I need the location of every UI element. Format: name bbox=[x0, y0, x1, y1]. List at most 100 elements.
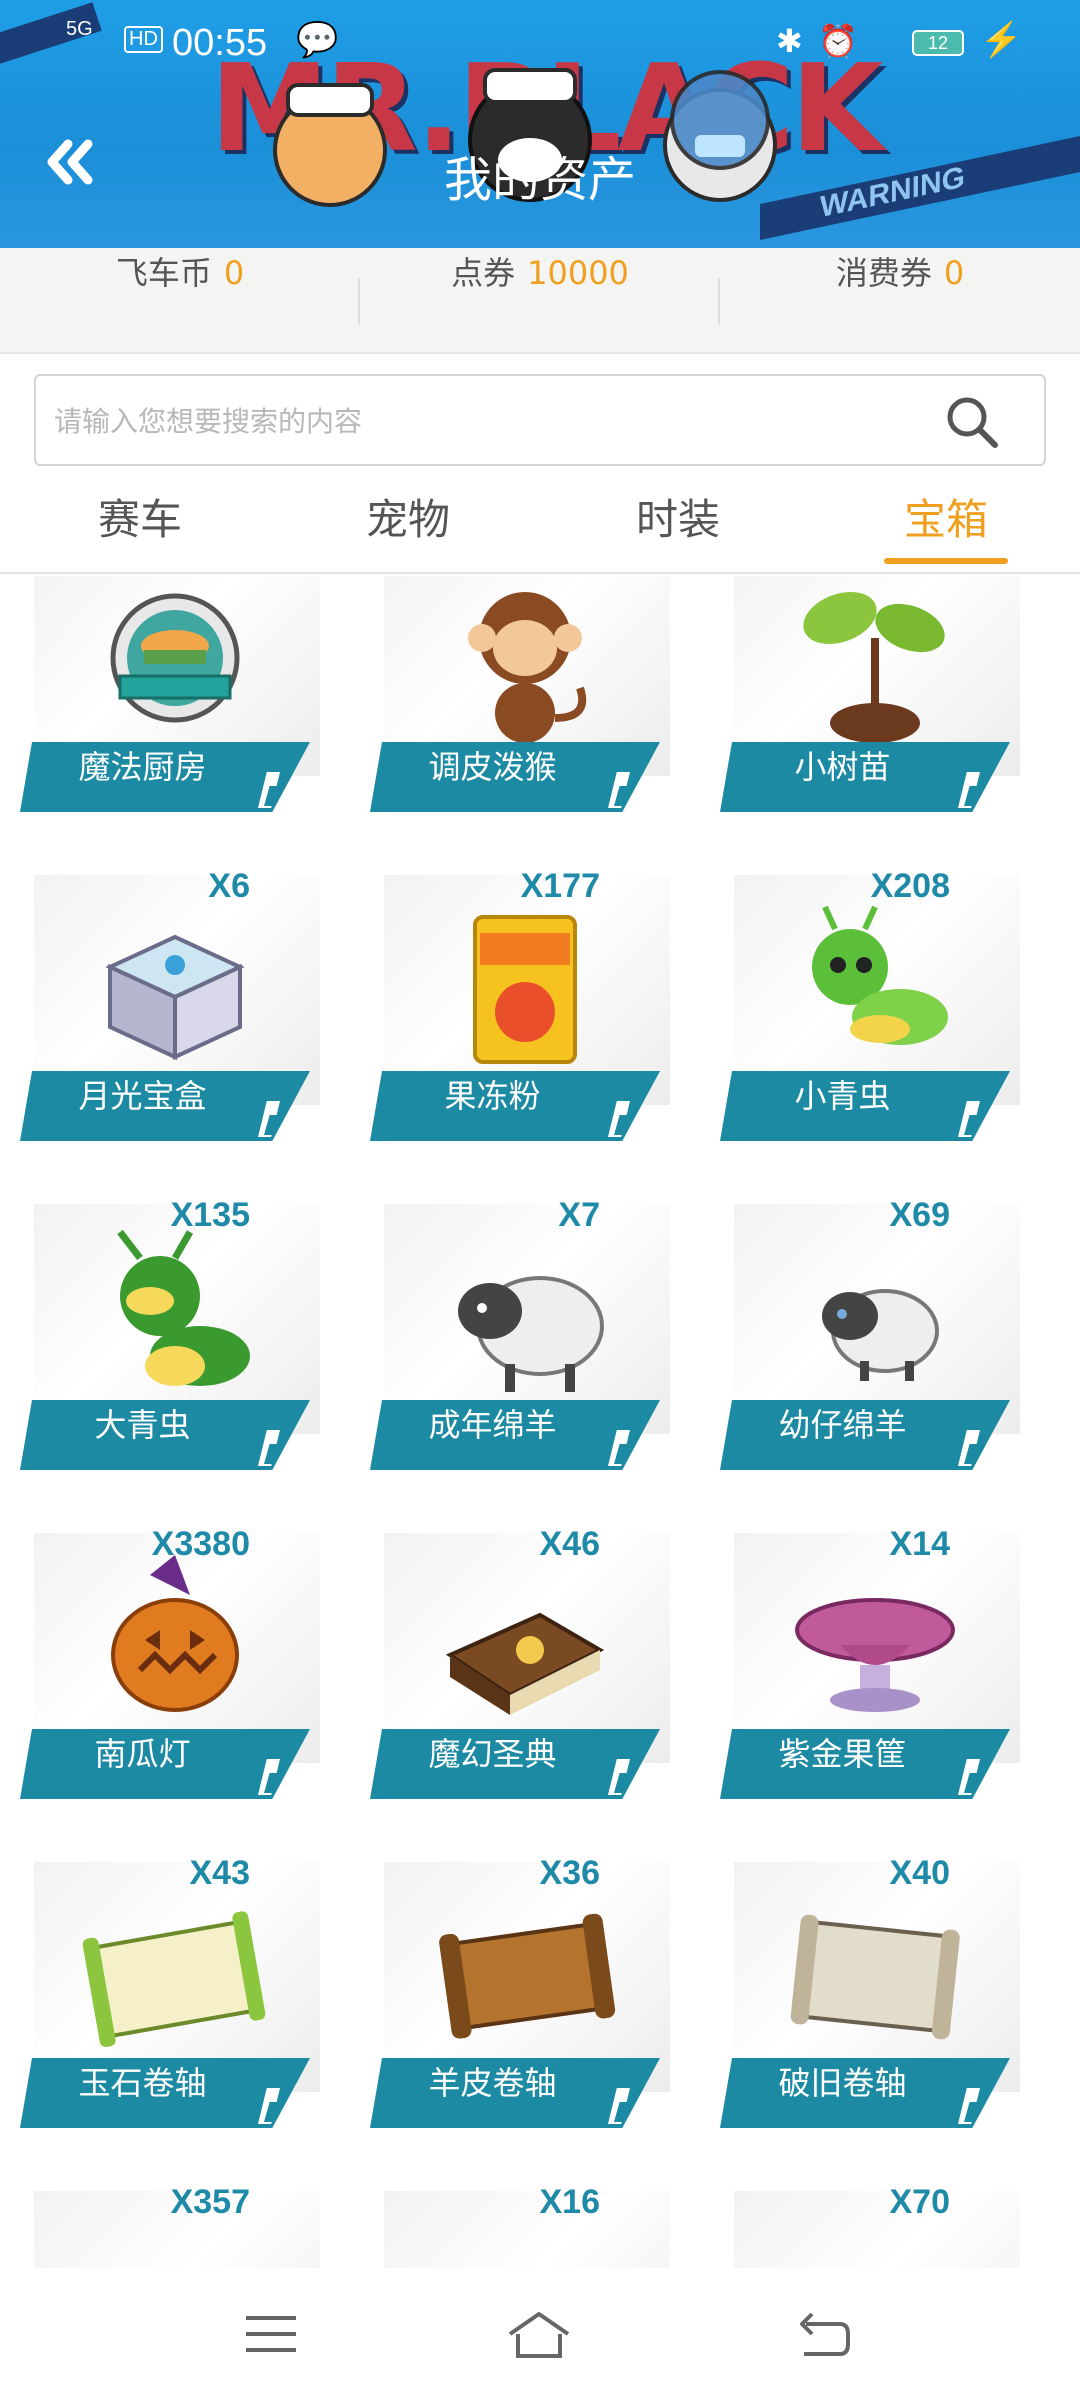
item-card[interactable]: X3380 南瓜灯 bbox=[20, 1525, 320, 1803]
small-caterpillar-icon bbox=[812, 905, 948, 1045]
currency-label: 点券 bbox=[451, 254, 516, 292]
fruit-basket-icon bbox=[795, 1598, 955, 1712]
item-name: 调皮泼猴 bbox=[428, 748, 557, 786]
item-card[interactable]: X135 大青虫 bbox=[20, 1196, 320, 1474]
item-quantity: X208 bbox=[870, 867, 950, 905]
item-name: 魔幻圣典 bbox=[428, 1735, 557, 1773]
item-name: 南瓜灯 bbox=[94, 1735, 191, 1773]
item-quantity: X46 bbox=[539, 1525, 601, 1563]
item-name: 破旧卷轴 bbox=[778, 2064, 907, 2102]
category-tabs: 赛车 宠物 时装 宝箱 bbox=[0, 480, 1080, 570]
item-card[interactable]: X46 魔幻圣典 bbox=[370, 1525, 670, 1803]
item-card[interactable]: X40 破旧卷轴 bbox=[720, 1854, 1020, 2132]
item-card[interactable]: X177 果冻粉 bbox=[370, 867, 670, 1145]
menu-icon[interactable] bbox=[236, 2304, 306, 2364]
jelly-powder-icon bbox=[473, 915, 577, 1064]
item-quantity: X6 bbox=[208, 867, 250, 905]
item-card[interactable]: X37 魔法厨房 bbox=[20, 576, 320, 816]
item-quantity: X16 bbox=[539, 2183, 601, 2221]
sapling-icon bbox=[803, 591, 945, 743]
item-card[interactable]: X6 月光宝盒 bbox=[20, 867, 320, 1145]
item-card[interactable]: X69 幼仔绵羊 bbox=[720, 1196, 1020, 1474]
item-name: 紫金果筐 bbox=[778, 1735, 907, 1773]
search-icon[interactable] bbox=[944, 394, 1000, 450]
item-quantity: X69 bbox=[889, 1196, 951, 1234]
parchment-scroll-icon bbox=[439, 1913, 616, 2039]
item-name: 果冻粉 bbox=[444, 1077, 541, 1115]
item-card[interactable]: X70 bbox=[720, 2183, 1020, 2268]
item-name: 幼仔绵羊 bbox=[778, 1406, 907, 1444]
pumpkin-lantern-icon bbox=[111, 1555, 239, 1712]
item-quantity: X36 bbox=[539, 1854, 601, 1892]
item-quantity: X70 bbox=[889, 2183, 951, 2221]
jade-scroll-icon bbox=[82, 1911, 266, 2047]
search-input[interactable] bbox=[54, 392, 934, 450]
magic-book-icon bbox=[445, 1612, 605, 1715]
monkey-icon bbox=[468, 592, 587, 743]
big-caterpillar-icon bbox=[117, 1229, 250, 1386]
item-quantity: X177 bbox=[520, 867, 600, 905]
alarm-icon: ⏰ bbox=[818, 23, 858, 59]
item-card[interactable]: X357 bbox=[20, 2183, 320, 2268]
item-quantity: X3380 bbox=[151, 1525, 250, 1563]
currency-voucher: 点券 10000 bbox=[360, 248, 720, 354]
currency-bar: 飞车币 0 点券 10000 消费券 0 bbox=[0, 248, 1080, 354]
system-nav-bar bbox=[0, 2268, 1080, 2400]
currency-label: 飞车币 bbox=[115, 254, 212, 292]
moonlight-box-icon bbox=[105, 934, 245, 1061]
item-name: 月光宝盒 bbox=[78, 1077, 207, 1115]
tab-pet[interactable]: 宠物 bbox=[288, 480, 528, 560]
hd-icon: HD bbox=[124, 26, 163, 53]
item-quantity: X16 bbox=[540, 576, 601, 577]
tabs-divider bbox=[0, 572, 1080, 574]
item-name: 羊皮卷轴 bbox=[428, 2064, 557, 2102]
item-card[interactable]: X43 玉石卷轴 bbox=[20, 1854, 320, 2132]
home-icon[interactable] bbox=[504, 2304, 574, 2364]
active-tab-indicator bbox=[884, 558, 1008, 564]
tab-racing-car[interactable]: 赛车 bbox=[20, 480, 260, 560]
currency-feiche-coin: 飞车币 0 bbox=[0, 248, 360, 354]
item-name: 小树苗 bbox=[794, 748, 891, 786]
item-name: 玉石卷轴 bbox=[78, 2064, 207, 2102]
item-card[interactable]: X16 调皮泼猴 bbox=[370, 576, 670, 816]
old-scroll-icon bbox=[790, 1914, 960, 2040]
currency-consumption-coupon: 消费券 0 bbox=[720, 248, 1080, 354]
item-name: 大青虫 bbox=[94, 1406, 191, 1444]
item-card[interactable]: X16 bbox=[370, 2183, 670, 2268]
item-quantity: X357 bbox=[170, 2183, 250, 2221]
search-box bbox=[34, 374, 1046, 466]
magic-kitchen-icon bbox=[110, 593, 240, 723]
item-name: 魔法厨房 bbox=[78, 748, 207, 786]
item-quantity: X197 bbox=[871, 576, 950, 577]
item-quantity: X14 bbox=[889, 1525, 951, 1563]
tab-fashion[interactable]: 时装 bbox=[558, 480, 798, 560]
currency-value: 0 bbox=[223, 254, 245, 292]
item-grid: X37 魔法厨房 X16 调皮泼猴 X197 小树苗 X6 月光宝盒 X177 果冻粉 X208 小青… bbox=[0, 576, 1080, 2268]
item-quantity: X40 bbox=[889, 1854, 951, 1892]
item-quantity: X135 bbox=[170, 1196, 250, 1234]
item-card[interactable]: X197 小树苗 bbox=[720, 576, 1020, 816]
header-banner: MR.BLACK WARNING 5G HD 00:55 💬 ✱ ⏰ 12 ⚡ … bbox=[0, 0, 1080, 248]
item-card[interactable]: X208 小青虫 bbox=[720, 867, 1020, 1145]
item-name: 成年绵羊 bbox=[428, 1406, 557, 1444]
item-card[interactable]: X7 成年绵羊 bbox=[370, 1196, 670, 1474]
currency-value: 0 bbox=[943, 254, 965, 292]
signal-icon: 5G bbox=[66, 18, 93, 40]
lamb-icon bbox=[822, 1289, 939, 1381]
back-nav-icon[interactable] bbox=[788, 2304, 858, 2364]
item-quantity: X43 bbox=[189, 1854, 251, 1892]
item-quantity: X37 bbox=[190, 576, 251, 577]
status-time: 00:55 bbox=[172, 22, 268, 64]
message-icon: 💬 bbox=[296, 21, 339, 59]
item-quantity: X7 bbox=[558, 1196, 600, 1234]
status-bar: 5G HD 00:55 💬 ✱ ⏰ 12 ⚡ bbox=[0, 0, 1080, 80]
adult-sheep-icon bbox=[458, 1276, 604, 1392]
charging-icon: ⚡ bbox=[980, 21, 1023, 59]
item-card[interactable]: X36 羊皮卷轴 bbox=[370, 1854, 670, 2132]
item-name: 小青虫 bbox=[794, 1077, 891, 1115]
item-card[interactable]: X14 紫金果筐 bbox=[720, 1525, 1020, 1803]
bluetooth-icon: ✱ bbox=[776, 23, 803, 59]
tab-treasure-box[interactable]: 宝箱 bbox=[826, 480, 1066, 560]
battery-icon: 12 bbox=[912, 30, 964, 56]
currency-value: 10000 bbox=[527, 254, 629, 292]
